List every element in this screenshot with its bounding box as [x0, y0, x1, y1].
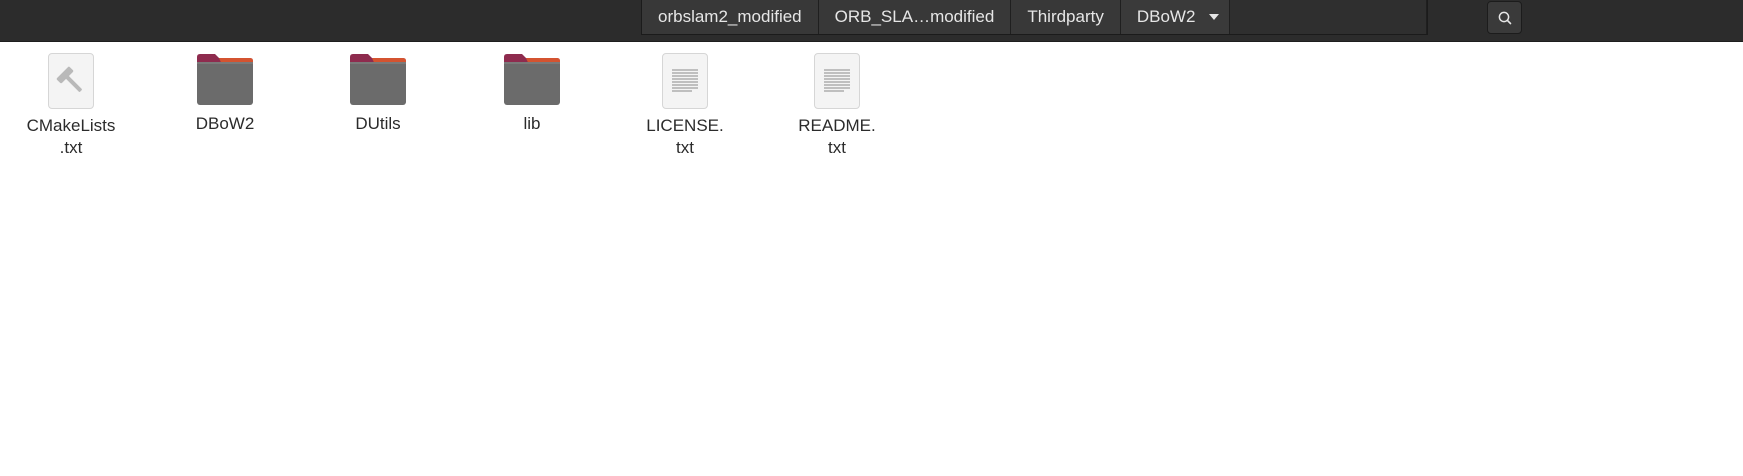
- file-grid: CMakeLists .txt DBoW2 DUtils lib LICENSE…: [0, 41, 1743, 476]
- folder-icon: [195, 51, 255, 107]
- breadcrumb-orbslam2-modified[interactable]: orbslam2_modified: [642, 0, 819, 34]
- file-name: LICENSE. txt: [646, 116, 724, 157]
- breadcrumb-orb-slam-modified[interactable]: ORB_SLA…modified: [818, 0, 1012, 34]
- header-bar: orbslam2_modified ORB_SLA…modified Third…: [0, 0, 1743, 42]
- breadcrumb-label: Thirdparty: [1027, 7, 1104, 26]
- path-bar: orbslam2_modified ORB_SLA…modified Third…: [641, 0, 1429, 35]
- path-bar-empty: [1230, 0, 1428, 34]
- search-button[interactable]: [1487, 1, 1522, 34]
- folder-icon: [348, 51, 408, 107]
- search-icon: [1498, 11, 1511, 24]
- file-item-cmakelists[interactable]: CMakeLists .txt: [11, 51, 131, 159]
- file-item-readme[interactable]: README. txt: [777, 51, 897, 159]
- file-name: DUtils: [355, 114, 401, 133]
- build-file-icon: [48, 53, 94, 109]
- breadcrumb-label: ORB_SLA…modified: [834, 7, 995, 26]
- folder-item-dutils[interactable]: DUtils: [318, 51, 438, 135]
- breadcrumb-label: DBoW2: [1136, 7, 1196, 26]
- folder-item-dbow2[interactable]: DBoW2: [165, 51, 285, 135]
- file-name: README. txt: [798, 116, 876, 157]
- breadcrumb-thirdparty[interactable]: Thirdparty: [1011, 0, 1121, 34]
- text-file-icon: [662, 53, 708, 109]
- chevron-down-icon[interactable]: [1209, 14, 1220, 20]
- breadcrumb-dbow2[interactable]: DBoW2: [1120, 0, 1231, 34]
- file-item-license[interactable]: LICENSE. txt: [625, 51, 745, 159]
- breadcrumb-label: orbslam2_modified: [658, 7, 802, 26]
- text-file-icon: [814, 53, 860, 109]
- file-name: CMakeLists .txt: [26, 116, 116, 157]
- file-name: DBoW2: [195, 114, 255, 133]
- file-name: lib: [523, 114, 541, 133]
- folder-icon: [502, 51, 562, 107]
- folder-item-lib[interactable]: lib: [472, 51, 592, 135]
